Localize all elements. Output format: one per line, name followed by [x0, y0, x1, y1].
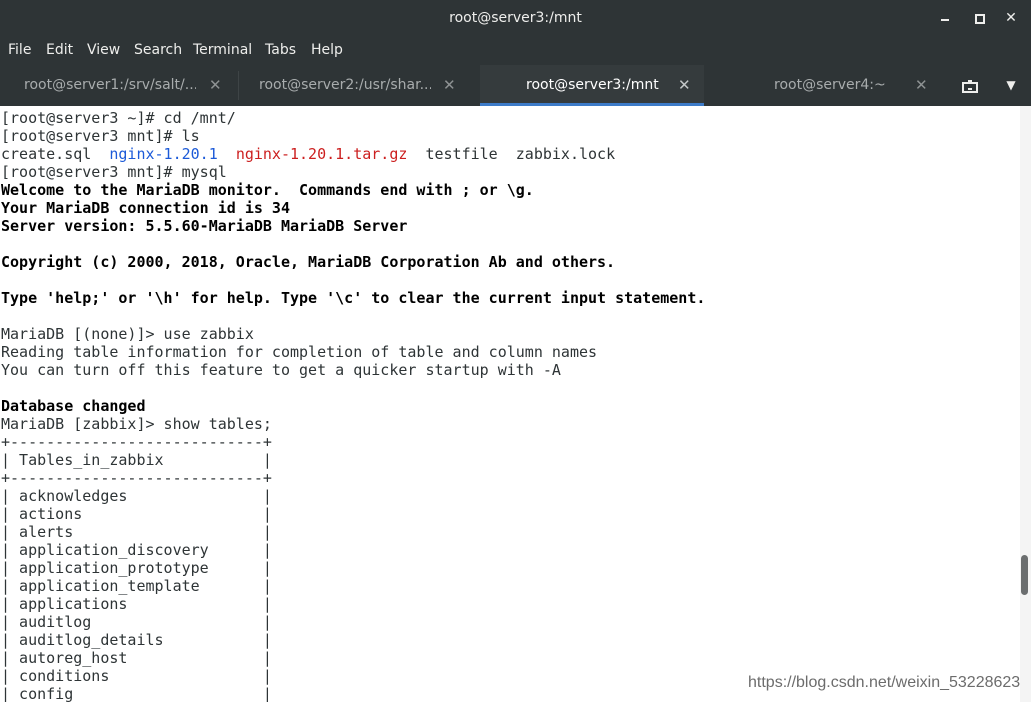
- close-tab-icon[interactable]: ✕: [443, 65, 456, 106]
- terminal-line: | auditlog_details |: [1, 631, 272, 649]
- terminal-line: MariaDB [zabbix]> show tables;: [1, 415, 272, 433]
- ls-entry-red: nginx-1.20.1.tar.gz: [235, 145, 408, 163]
- terminal-line: Your MariaDB connection id is 34: [1, 199, 290, 217]
- menu-tabs[interactable]: Tabs: [265, 36, 296, 65]
- terminal-line: | conditions |: [1, 667, 272, 685]
- tab-server1[interactable]: root@server1:/srv/salt/... ✕: [0, 65, 238, 106]
- terminal-line: | alerts |: [1, 523, 272, 541]
- close-tab-icon[interactable]: ✕: [678, 65, 691, 106]
- terminal-line: | actions |: [1, 505, 272, 523]
- terminal-line: MariaDB [(none)]> use zabbix: [1, 325, 254, 343]
- tab-label: root@server1:/srv/salt/...: [24, 77, 196, 93]
- terminal-line: | Tables_in_zabbix |: [1, 451, 272, 469]
- terminal-output[interactable]: [root@server3 ~]# cd /mnt/[root@server3 …: [0, 106, 1020, 702]
- menu-edit[interactable]: Edit: [46, 36, 73, 65]
- tab-bar: root@server1:/srv/salt/... ✕ root@server…: [0, 65, 1031, 107]
- terminal-line: [root@server3 mnt]# mysql: [1, 163, 227, 181]
- terminal-line: [root@server3 ~]# cd /mnt/: [1, 109, 236, 127]
- tab-label: root@server3:/mnt: [526, 77, 659, 93]
- terminal-line: | application_discovery |: [1, 541, 272, 559]
- terminal-line: | config |: [1, 685, 272, 702]
- terminal-line: | autoreg_host |: [1, 649, 272, 667]
- close-tab-icon[interactable]: ✕: [915, 65, 928, 106]
- ls-entry: create.sql: [1, 145, 110, 163]
- menu-file[interactable]: File: [8, 36, 31, 65]
- tab-server4[interactable]: root@server4:~ ✕: [705, 65, 945, 106]
- tab-menu-button[interactable]: ▼: [999, 65, 1023, 106]
- close-icon: ✕: [1005, 10, 1017, 26]
- scrollbar-thumb[interactable]: [1021, 555, 1028, 595]
- new-tab-button[interactable]: [957, 65, 983, 106]
- maximize-button[interactable]: [969, 8, 989, 28]
- ls-entry-blue: nginx-1.20.1: [109, 145, 218, 163]
- ls-entry: testfile zabbix.lock: [407, 145, 616, 163]
- tab-label: root@server4:~: [774, 77, 886, 93]
- terminal-window: root@server3:/mnt ✕ File Edit View Searc…: [0, 0, 1031, 702]
- terminal-line: Database changed: [1, 397, 146, 415]
- menu-view[interactable]: View: [87, 36, 120, 65]
- terminal-line: [root@server3 mnt]# ls: [1, 127, 200, 145]
- tab-label: root@server2:/usr/shar...: [259, 77, 431, 93]
- terminal-line: | application_prototype |: [1, 559, 272, 577]
- menu-help[interactable]: Help: [311, 36, 343, 65]
- terminal-lines: [root@server3 ~]# cd /mnt/[root@server3 …: [1, 109, 705, 702]
- terminal-line: | acknowledges |: [1, 487, 272, 505]
- scrollbar-track[interactable]: [1020, 106, 1031, 702]
- terminal-line: | application_template |: [1, 577, 272, 595]
- terminal-line: | applications |: [1, 595, 272, 613]
- terminal-line: Server version: 5.5.60-MariaDB MariaDB S…: [1, 217, 408, 235]
- terminal-line: Welcome to the MariaDB monitor. Commands…: [1, 181, 534, 199]
- minimize-icon: [941, 19, 949, 21]
- window-title: root@server3:/mnt: [449, 10, 582, 26]
- terminal-line: Reading table information for completion…: [1, 343, 598, 361]
- terminal-line: | auditlog |: [1, 613, 272, 631]
- terminal-line: create.sql nginx-1.20.1 nginx-1.20.1.tar…: [1, 145, 705, 163]
- chevron-down-icon: ▼: [1006, 78, 1016, 92]
- menu-terminal[interactable]: Terminal: [193, 36, 252, 65]
- terminal-line: Type 'help;' or '\h' for help. Type '\c'…: [1, 289, 706, 307]
- title-bar: root@server3:/mnt ✕: [0, 0, 1031, 36]
- ls-entry: [218, 145, 236, 163]
- terminal-line: +----------------------------+: [1, 433, 272, 451]
- terminal-line: Copyright (c) 2000, 2018, Oracle, MariaD…: [1, 253, 616, 271]
- close-window-button[interactable]: ✕: [1001, 8, 1021, 28]
- tab-server3[interactable]: root@server3:/mnt ✕: [480, 65, 704, 106]
- new-tab-icon: [962, 79, 978, 93]
- menu-bar: File Edit View Search Terminal Tabs Help: [0, 36, 1031, 65]
- close-tab-icon[interactable]: ✕: [209, 65, 222, 106]
- menu-search[interactable]: Search: [134, 36, 182, 65]
- terminal-line: You can turn off this feature to get a q…: [1, 361, 561, 379]
- minimize-button[interactable]: [935, 8, 955, 28]
- terminal-line: +----------------------------+: [1, 469, 272, 487]
- tab-server2[interactable]: root@server2:/usr/shar... ✕: [239, 65, 479, 106]
- watermark: https://blog.csdn.net/weixin_53228623: [748, 674, 1021, 691]
- maximize-icon: [975, 14, 985, 24]
